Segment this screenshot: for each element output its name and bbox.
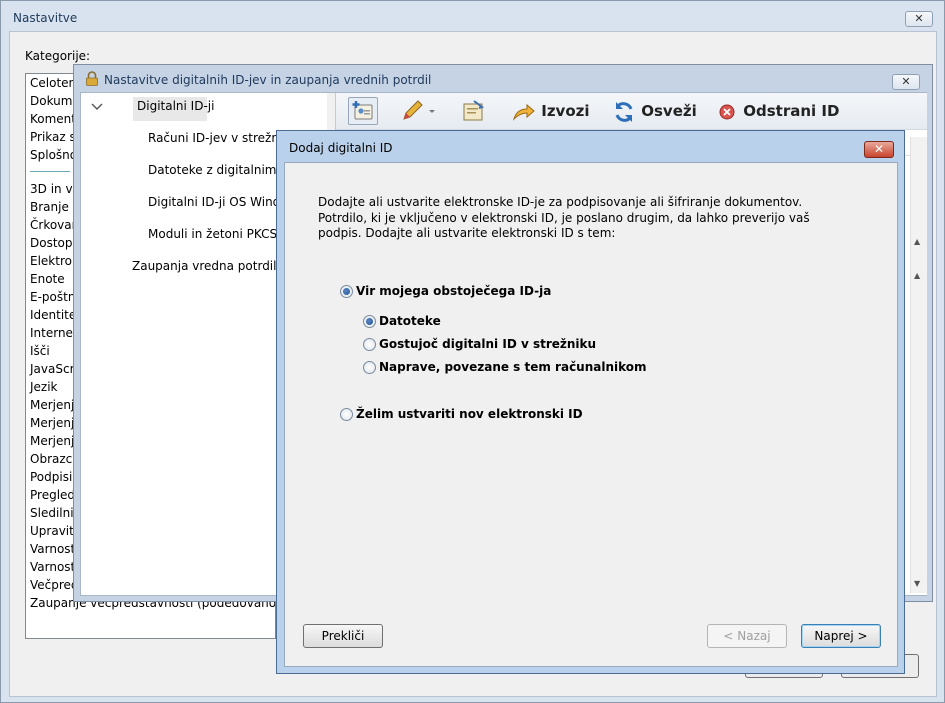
remove-id-button[interactable]: Odstrani ID (716, 99, 839, 123)
refresh-button[interactable]: Osveži (612, 99, 697, 123)
certificate-button[interactable] (460, 99, 488, 123)
refresh-icon (615, 101, 633, 122)
next-button[interactable]: Naprej > (801, 624, 881, 648)
remove-id-label: Odstrani ID (743, 102, 840, 120)
category-separator (30, 171, 70, 172)
radio-label: Naprave, povezane s tem računalnikom (379, 360, 647, 374)
dialog-client-area: Dodajte ali ustvarite elektronske ID-je … (284, 162, 898, 667)
add-id-icon (352, 101, 373, 120)
scroll-up-icon[interactable]: ▲ (914, 237, 920, 246)
tree-item-pkcs-modules[interactable]: Moduli in žetoni PKCS#1 (148, 227, 295, 241)
radio-icon[interactable] (363, 338, 376, 351)
radio-label: Želim ustvariti nov elektronski ID (356, 407, 583, 421)
tree-item-trusted-certificates[interactable]: Zaupanja vredna potrdila (132, 259, 284, 273)
radio-label: Datoteke (379, 314, 441, 328)
pencil-icon (403, 100, 435, 120)
dialog-title: Dodaj digitalni ID (289, 141, 393, 155)
export-button[interactable]: Izvozi (512, 99, 590, 123)
radio-icon[interactable] (340, 408, 353, 421)
radio-icon-checked[interactable] (340, 285, 353, 298)
dialog-description: Dodajte ali ustvarite elektronske ID-je … (318, 195, 810, 240)
radio-label: Gostujoč digitalni ID v strežniku (379, 337, 597, 351)
add-digital-id-dialog: Dodaj digitalni ID ✕ Dodajte ali ustvari… (276, 130, 905, 674)
scroll-down-icon[interactable]: ▼ (914, 579, 920, 588)
tree-item-server-accounts[interactable]: Računi ID-jev v strežniku (148, 131, 296, 145)
export-arrow-icon (512, 103, 535, 121)
vertical-scrollbar[interactable]: ▲ ▲ ▼ (910, 137, 927, 593)
toolbar: Izvozi Osveži Odstrani ID (336, 93, 927, 130)
add-id-button[interactable] (348, 97, 378, 125)
radio-icon[interactable] (363, 361, 376, 374)
close-button[interactable]: ✕ (905, 11, 933, 27)
chevron-down-icon[interactable] (91, 100, 103, 114)
window-title: Nastavitve (13, 11, 78, 25)
close-button[interactable]: ✕ (864, 141, 894, 158)
tree-item-id-files[interactable]: Datoteke z digitalnim ID- (148, 163, 297, 177)
close-button[interactable]: ✕ (892, 74, 920, 90)
refresh-label: Osveži (641, 102, 697, 120)
certificate-icon (463, 100, 485, 121)
scroll-up-icon[interactable]: ▲ (914, 271, 920, 280)
window-title: Nastavitve digitalnih ID-jev in zaupanja… (104, 73, 432, 87)
back-button[interactable]: < Nazaj (707, 624, 787, 648)
export-label: Izvozi (541, 102, 590, 120)
tree-item-digital-ids[interactable]: Digitalni ID-ji (133, 97, 214, 121)
categories-label: Kategorije: (25, 49, 91, 63)
cancel-button[interactable]: Prekliči (303, 624, 383, 648)
edit-button[interactable] (400, 99, 440, 123)
radio-label: Vir mojega obstoječega ID-ja (356, 284, 552, 298)
lock-icon (85, 71, 99, 89)
radio-icon-checked[interactable] (363, 315, 376, 328)
remove-icon (719, 104, 735, 119)
